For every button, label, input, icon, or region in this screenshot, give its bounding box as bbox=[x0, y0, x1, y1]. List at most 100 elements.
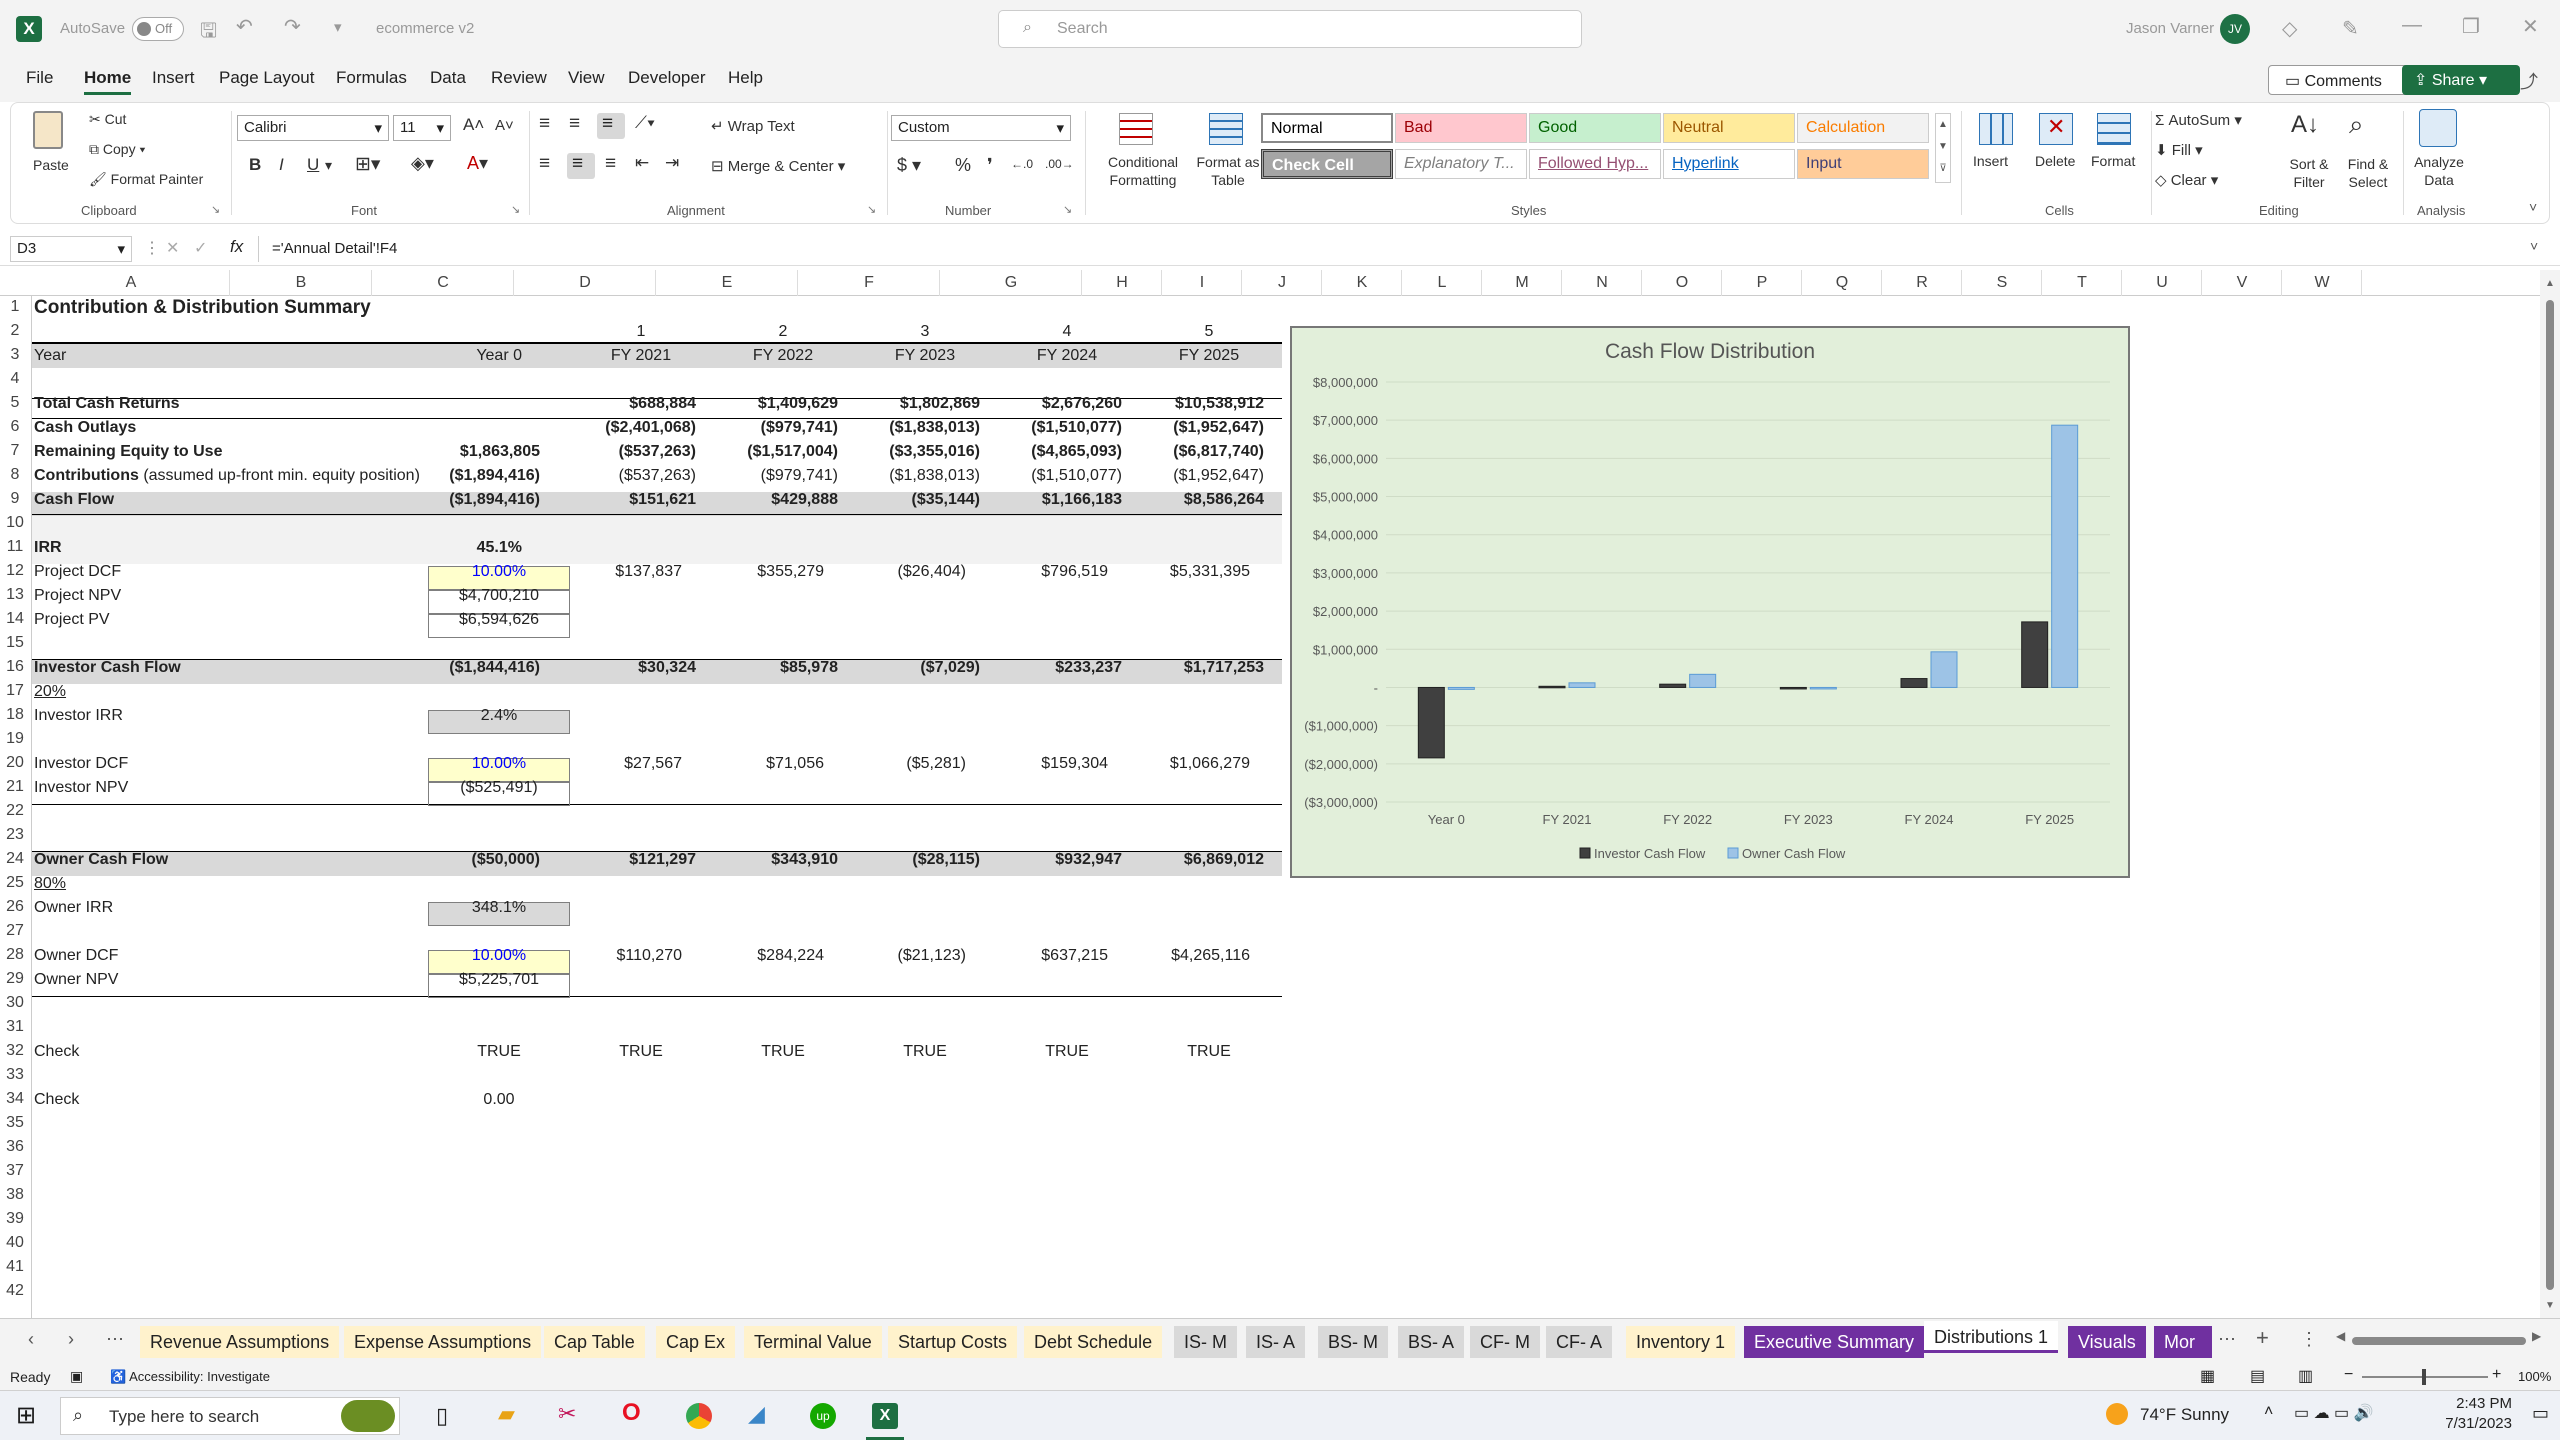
period-number[interactable]: 3 bbox=[854, 320, 996, 344]
check-value[interactable]: TRUE bbox=[570, 1040, 712, 1064]
year-header[interactable]: FY 2022 bbox=[712, 344, 854, 368]
cell-style-item[interactable]: Hyperlink bbox=[1663, 149, 1795, 179]
row-header[interactable]: 20 bbox=[0, 754, 30, 772]
check-value[interactable]: TRUE bbox=[854, 1040, 996, 1064]
remaining-equity-value[interactable]: ($537,263) bbox=[570, 440, 712, 464]
customize-qat-icon[interactable]: ▾ bbox=[334, 18, 342, 36]
column-header[interactable]: G bbox=[940, 274, 1082, 292]
search-box[interactable]: ⌕ Search bbox=[998, 10, 1582, 48]
formula-input[interactable]: ='Annual Detail'!F4 bbox=[272, 240, 397, 257]
investor-share[interactable]: 20% bbox=[34, 680, 424, 704]
row-header[interactable]: 22 bbox=[0, 802, 30, 820]
sort-filter-button[interactable]: Sort & Filter bbox=[2277, 155, 2341, 191]
row-header[interactable]: 38 bbox=[0, 1186, 30, 1204]
sheet-tab[interactable]: Startup Costs bbox=[888, 1326, 1018, 1358]
name-box[interactable]: D3 ▾ bbox=[10, 236, 132, 262]
investor-dcf-value[interactable]: ($5,281) bbox=[854, 752, 996, 776]
column-header[interactable]: R bbox=[1882, 274, 1962, 292]
row-header[interactable]: 7 bbox=[0, 442, 30, 460]
project-dcf-value[interactable]: $355,279 bbox=[712, 560, 854, 584]
find-select-button[interactable]: Find & Select bbox=[2339, 155, 2397, 191]
year-header[interactable]: FY 2021 bbox=[570, 344, 712, 368]
chrome-icon[interactable] bbox=[686, 1403, 712, 1429]
row-header[interactable]: 31 bbox=[0, 1018, 30, 1036]
cell-style-item[interactable]: Bad bbox=[1395, 113, 1527, 143]
remaining-equity-value[interactable]: ($6,817,740) bbox=[1138, 440, 1280, 464]
menu-formulas[interactable]: Formulas bbox=[336, 68, 407, 88]
delete-cells-button[interactable]: Delete bbox=[2035, 153, 2075, 169]
row-header[interactable]: 18 bbox=[0, 706, 30, 724]
tray-icons[interactable]: ▭ ☁ ▭ 🔊 bbox=[2294, 1403, 2374, 1423]
autosum-button[interactable]: Σ AutoSum ▾ bbox=[2155, 111, 2242, 129]
align-right-icon[interactable]: ≡ bbox=[605, 153, 616, 175]
zoom-level[interactable]: 100% bbox=[2518, 1369, 2551, 1384]
owner-cash-flow-value[interactable]: $6,869,012 bbox=[1138, 848, 1280, 872]
investor-dcf-value[interactable]: $159,304 bbox=[996, 752, 1138, 776]
format-cells-button[interactable]: Format bbox=[2091, 153, 2135, 169]
paste-label[interactable]: Paste bbox=[33, 157, 69, 173]
decrease-decimal-icon[interactable]: .00→ bbox=[1045, 157, 1074, 171]
insert-cells-button[interactable]: Insert bbox=[1973, 153, 2008, 169]
remaining-equity-value[interactable]: ($4,865,093) bbox=[996, 440, 1138, 464]
contributions-value[interactable]: ($537,263) bbox=[570, 464, 712, 488]
row-header[interactable]: 33 bbox=[0, 1066, 30, 1084]
check-value[interactable]: TRUE bbox=[712, 1040, 854, 1064]
avatar[interactable]: JV bbox=[2220, 14, 2250, 44]
row-header[interactable]: 37 bbox=[0, 1162, 30, 1180]
investor-cash-flow-value[interactable]: $85,978 bbox=[712, 656, 854, 680]
cash-outlays-value[interactable]: ($979,741) bbox=[712, 416, 854, 440]
cell-style-item[interactable]: Input bbox=[1797, 149, 1929, 179]
align-top-icon[interactable]: ≡ bbox=[539, 113, 550, 135]
increase-decimal-icon[interactable]: ←.0 bbox=[1011, 157, 1033, 171]
check-total-value[interactable]: 0.00 bbox=[428, 1088, 570, 1112]
owner-dcf-value[interactable]: $4,265,116 bbox=[1138, 944, 1280, 968]
check-value[interactable]: TRUE bbox=[1138, 1040, 1280, 1064]
column-header[interactable]: H bbox=[1082, 274, 1162, 292]
project-npv-value[interactable]: $4,700,210 bbox=[428, 584, 570, 608]
tab-options-icon[interactable]: ⋮ bbox=[2300, 1329, 2318, 1350]
row-header[interactable]: 40 bbox=[0, 1234, 30, 1252]
investor-cash-flow-value[interactable]: ($1,844,416) bbox=[428, 656, 570, 680]
row-header[interactable]: 36 bbox=[0, 1138, 30, 1156]
cash-flow-chart[interactable]: Cash Flow Distribution $8,000,000 $7,000,0… bbox=[1290, 326, 2130, 878]
column-header[interactable]: D bbox=[514, 274, 656, 292]
currency-icon[interactable]: $ ▾ bbox=[897, 155, 921, 176]
sheet-tab[interactable]: Cap Table bbox=[544, 1326, 645, 1358]
cash-outlays-label[interactable]: Cash Outlays bbox=[34, 416, 424, 440]
menu-developer[interactable]: Developer bbox=[628, 68, 706, 88]
underline-dropdown-icon[interactable]: ▾ bbox=[325, 157, 332, 174]
contributions-value[interactable]: ($1,510,077) bbox=[996, 464, 1138, 488]
row-header[interactable]: 2 bbox=[0, 322, 30, 340]
investor-irr-value[interactable]: 2.4% bbox=[428, 704, 570, 728]
horizontal-scrollbar[interactable]: ◀ ▶ bbox=[2336, 1329, 2546, 1351]
sheet-tab[interactable]: CF- M bbox=[1470, 1326, 1540, 1358]
cut-button[interactable]: ✂ Cut bbox=[89, 111, 126, 128]
number-launcher-icon[interactable]: ↘ bbox=[1063, 203, 1072, 216]
minimize-icon[interactable]: — bbox=[2402, 14, 2422, 37]
check-label[interactable]: Check bbox=[34, 1040, 424, 1064]
cell-style-item[interactable]: Good bbox=[1529, 113, 1661, 143]
investor-dcf-value[interactable]: $71,056 bbox=[712, 752, 854, 776]
hscroll-thumb[interactable] bbox=[2352, 1337, 2526, 1345]
row-header[interactable]: 25 bbox=[0, 874, 30, 892]
merge-center-button[interactable]: ⊟ Merge & Center ▾ bbox=[711, 157, 845, 175]
percent-icon[interactable]: % bbox=[955, 155, 971, 176]
page-layout-view-icon[interactable]: ▤ bbox=[2250, 1366, 2265, 1386]
row-header[interactable]: 23 bbox=[0, 826, 30, 844]
column-header[interactable]: V bbox=[2202, 274, 2282, 292]
bold-icon[interactable]: B bbox=[249, 155, 261, 175]
project-dcf-value[interactable]: ($26,404) bbox=[854, 560, 996, 584]
cash-flow-value[interactable]: ($1,894,416) bbox=[428, 488, 570, 512]
row-header[interactable]: 26 bbox=[0, 898, 30, 916]
menu-help[interactable]: Help bbox=[728, 68, 763, 88]
align-left-icon[interactable]: ≡ bbox=[539, 153, 550, 175]
contributions-value[interactable]: ($1,952,647) bbox=[1138, 464, 1280, 488]
column-header[interactable]: E bbox=[656, 274, 798, 292]
format-painter-button[interactable]: 🖌 Format Painter bbox=[89, 171, 203, 188]
weather-text[interactable]: 74°F Sunny bbox=[2140, 1405, 2229, 1425]
zoom-out-icon[interactable]: − bbox=[2344, 1366, 2353, 1384]
owner-dcf-label[interactable]: Owner DCF bbox=[34, 944, 424, 968]
sheet-tab[interactable]: Terminal Value bbox=[744, 1326, 882, 1358]
owner-npv-value[interactable]: $5,225,701 bbox=[428, 968, 570, 992]
cash-flow-value[interactable]: $429,888 bbox=[712, 488, 854, 512]
